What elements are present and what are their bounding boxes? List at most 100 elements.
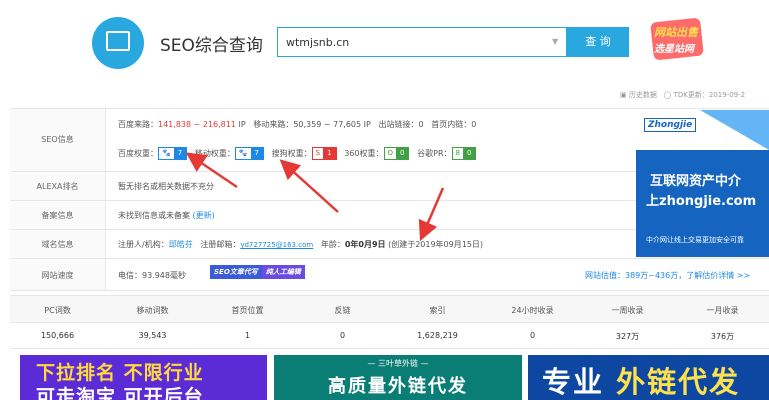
valuation-link[interactable]: 网站估值：389万~436万，了解估价详情 >> (585, 270, 750, 281)
stats-header: 索引 (429, 306, 446, 315)
registrant-label: 注册人/机构： (118, 240, 169, 249)
monitor-icon (106, 31, 130, 51)
domain-row: 注册人/机构：邱皓芬 注册邮箱：yd727725@163.com 年龄：0年0月… (118, 239, 483, 250)
stats-value[interactable]: 39,543 (105, 331, 200, 340)
history-icon: ▣ (620, 91, 627, 99)
stats-value: 1 (244, 331, 251, 340)
ip-unit: IP (238, 120, 246, 129)
seo-article-pill[interactable]: SEO文章代写 纯人工编辑 (210, 265, 305, 279)
beian-row: 未找到信息或未备案 (更新) (118, 210, 215, 221)
page-title: SEO综合查询 (160, 36, 263, 56)
google-pr-badge[interactable]: 80 (451, 147, 477, 160)
sogou-weight-label: 搜狗权重： (271, 149, 312, 158)
banner3-text: 专业 外链代发 (542, 359, 740, 400)
google-icon: 8 (452, 148, 463, 159)
row-divider (10, 229, 636, 230)
stats-value-row: 150,666 39,543 1 0 1,628,219 0 327万 376万 (10, 322, 769, 349)
stats-header-row: PC词数 移动词数 首页位置 反链 索引 24小时收录 一周收录 一月收录 (10, 295, 769, 323)
email-link[interactable]: yd727725@163.com (240, 241, 313, 249)
mobile-weight-value: 7 (250, 148, 264, 159)
stats-value[interactable]: 150,666 (10, 331, 105, 340)
stats-value: 376万 (710, 332, 735, 341)
baidu-weight-value: 7 (173, 148, 187, 159)
ad-line1: 互联网资产中介 (650, 174, 742, 189)
alexa-label: ALEXA排名 (36, 182, 79, 191)
banner2-line1: — 三叶草外链 — (367, 359, 429, 368)
homelinks-label: 首页内链： (431, 120, 472, 129)
stats-header: PC词数 (44, 306, 71, 315)
row-divider (10, 200, 636, 201)
google-pr-value: 0 (462, 148, 476, 159)
pill-b: 纯人工编辑 (261, 265, 305, 279)
stats-value[interactable]: 1,628,219 (390, 331, 485, 340)
seo-line1: 百度来路：141,838 ~ 216,811 IP 移动来路：50,359 ~ … (118, 119, 476, 130)
so360-weight-value: 0 (396, 148, 409, 159)
stats-value[interactable]: 0 (295, 331, 390, 340)
domain-label: 域名信息 (41, 240, 74, 249)
sogou-weight-value: 1 (323, 148, 336, 159)
banner3-white: 专业 (542, 365, 605, 399)
stats-header: 一月收录 (706, 306, 739, 315)
so360-icon: O (384, 148, 397, 159)
banner3-yellow: 外链代发 (616, 365, 741, 399)
ad-banner-1[interactable]: 下拉排名 不限行业 可走淘宝 可开后台 (20, 355, 267, 400)
promo-line1: 网站出售 (654, 26, 698, 39)
age-value: 0年0月9日 (344, 240, 386, 249)
baidu-weight-label: 百度权重： (118, 149, 158, 158)
banner1-line2: 可走淘宝 可开后台 (36, 386, 204, 400)
search-input[interactable]: wtmjsnb.cn (277, 27, 567, 57)
baidu-weight-badge[interactable]: 🐾 7 (158, 147, 188, 160)
sogou-weight-badge[interactable]: S1 (311, 147, 337, 160)
stats-header: 反链 (334, 306, 351, 315)
beian-update-link[interactable]: (更新) (193, 211, 215, 220)
arrow-mobile-weight (279, 159, 339, 213)
topbar: ▣ 历史数据 ◯ TDK更新：2019-09-2 (620, 90, 745, 100)
tdk-update: TDK更新：2019-09-2 (673, 91, 746, 99)
row-divider (10, 108, 769, 109)
created-date: (创建于2019年09月15日) (388, 240, 484, 249)
baidu-source-label: 百度来路： (118, 120, 158, 129)
chevron-down-icon[interactable]: ▼ (552, 37, 558, 46)
mobile-source-label: 移动来路： (253, 120, 294, 129)
stats-value: 0 (529, 331, 536, 340)
google-pr-label: 谷歌PR： (417, 149, 452, 158)
row-divider (10, 290, 769, 291)
outlinks-value[interactable]: 0 (418, 120, 423, 129)
paw-icon: 🐾 (235, 148, 251, 159)
speed-label: 网站速度 (41, 271, 74, 280)
alexa-value: 暂无排名或相关数据不充分 (118, 182, 214, 191)
mobile-source-value: 50,359 ~ 77,605 (293, 120, 362, 129)
beian-value: 未找到信息或未备案 (118, 211, 190, 220)
search-button[interactable]: 查 询 (567, 27, 629, 57)
stats-header: 24小时收录 (511, 306, 554, 315)
mobile-weight-label: 移动权重： (194, 149, 235, 158)
stats-header: 首页位置 (231, 306, 264, 315)
ip-unit: IP (363, 120, 371, 129)
outlinks-label: 出站链接： (378, 120, 419, 129)
row-divider (10, 171, 636, 172)
ad-banner-2[interactable]: — 三叶草外链 — 高质量外链代发 (274, 355, 522, 400)
so360-weight-badge[interactable]: O0 (383, 147, 410, 160)
email-label: 注册邮箱： (200, 240, 241, 249)
seo-label: SEO信息 (41, 135, 74, 144)
ad-decoration (700, 110, 769, 150)
arrow-domain-age (418, 187, 445, 242)
speed-value: 电信：93.948毫秒 (118, 271, 186, 280)
stats-header: 移动词数 (136, 306, 169, 315)
zhongjie-logo: Zhongjie (644, 118, 697, 132)
mobile-weight-badge[interactable]: 🐾 7 (234, 147, 265, 160)
history-link[interactable]: 历史数据 (629, 91, 657, 99)
promo-badge[interactable]: 网站出售 选星站网 (648, 17, 706, 61)
ad-banner-3[interactable]: 专业 外链代发 (528, 355, 769, 400)
promo-line2: 选星站网 (654, 44, 694, 55)
seo-line2: 百度权重： 🐾 7 移动权重： 🐾 7 搜狗权重： S 1 360权重： O 0 谷歌PR： 8 0 (118, 147, 477, 160)
homelinks-value[interactable]: 0 (471, 120, 476, 129)
banner1-line1: 下拉排名 不限行业 (36, 362, 204, 384)
paw-icon: 🐾 (159, 148, 174, 159)
registrant-link[interactable]: 邱皓芬 (169, 240, 193, 249)
clock-icon: ◯ (663, 91, 672, 99)
age-label: 年龄： (320, 240, 345, 249)
divider (105, 108, 106, 290)
sogou-icon: S (312, 148, 324, 159)
so360-weight-label: 360权重： (344, 149, 384, 158)
